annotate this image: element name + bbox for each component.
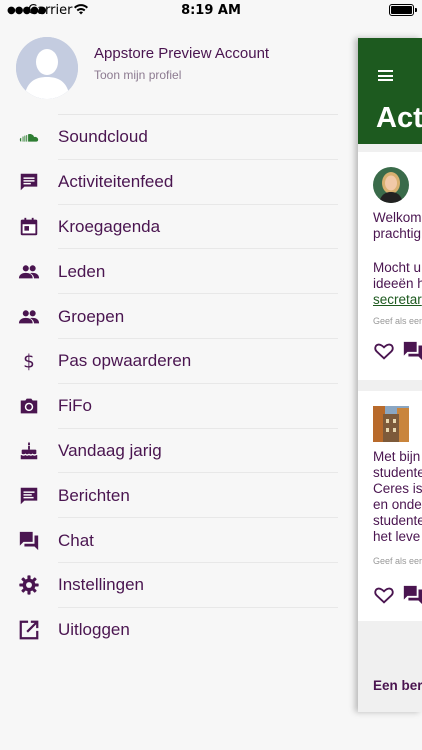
camera-icon	[17, 394, 41, 418]
menu-label: FiFo	[58, 396, 92, 416]
battery-icon	[389, 4, 417, 16]
heart-icon[interactable]	[373, 584, 395, 606]
post-text: prachtig	[373, 226, 422, 241]
cake-icon	[17, 439, 41, 463]
soundcloud-icon	[17, 125, 41, 149]
menu-label: Leden	[58, 261, 106, 281]
profile-name: Appstore Preview Account	[94, 45, 270, 62]
feed-card[interactable]: Met bijn studente Ceres is en onde stude…	[358, 391, 422, 621]
rate-hint: Geef als eer	[373, 556, 422, 566]
feed-card[interactable]: Welkom prachtig Mocht u ideeën h secreta…	[358, 152, 422, 380]
clock: 8:19 AM	[181, 3, 241, 18]
menu-item-uitloggen[interactable]: Uitloggen	[0, 608, 350, 653]
avatar	[16, 37, 78, 99]
profile-header[interactable]: Appstore Preview Account Toon mijn profi…	[16, 37, 336, 99]
post-text: Met bijn studente Ceres is en onde stude…	[373, 449, 422, 544]
menu-item-pas-opwaarderen[interactable]: $ Pas opwaarderen	[0, 339, 350, 384]
forum-icon	[17, 529, 41, 553]
post-text: Welkom	[373, 210, 422, 225]
side-menu: Soundcloud Activiteitenfeed Kroegagenda …	[0, 115, 350, 653]
comment-icon[interactable]	[402, 340, 422, 362]
chat-icon	[17, 484, 41, 508]
hamburger-menu-icon[interactable]	[378, 70, 393, 81]
menu-label: Chat	[58, 530, 94, 550]
dollar-icon: $	[17, 349, 41, 373]
menu-item-berichten[interactable]: Berichten	[0, 473, 350, 518]
people-icon	[17, 305, 41, 329]
menu-item-soundcloud[interactable]: Soundcloud	[0, 115, 350, 160]
calendar-icon	[17, 215, 41, 239]
heart-icon[interactable]	[373, 340, 395, 362]
menu-label: Activiteitenfeed	[58, 172, 174, 192]
avatar-placeholder-icon	[16, 37, 78, 99]
page-title: Act	[376, 102, 422, 134]
external-link-icon	[17, 618, 41, 642]
menu-item-groepen[interactable]: Groepen	[0, 294, 350, 339]
menu-item-kroegagenda[interactable]: Kroegagenda	[0, 205, 350, 250]
new-post-prompt[interactable]: Een ber	[373, 678, 422, 693]
post-thumbnail	[373, 406, 409, 442]
rate-hint: Geef als eer	[373, 316, 422, 326]
show-profile-link[interactable]: Toon mijn profiel	[94, 68, 181, 82]
menu-label: Uitloggen	[58, 620, 130, 640]
menu-item-instellingen[interactable]: Instellingen	[0, 563, 350, 608]
gear-icon	[17, 573, 41, 597]
menu-label: Pas opwaarderen	[58, 351, 192, 371]
menu-item-chat[interactable]: Chat	[0, 518, 350, 563]
post-text: Mocht u	[373, 260, 422, 275]
status-bar: ●●●●● Carrier 8:19 AM	[0, 0, 422, 22]
menu-item-activiteitenfeed[interactable]: Activiteitenfeed	[0, 160, 350, 205]
svg-text:$: $	[23, 352, 35, 373]
main-content-panel[interactable]: Act Welkom prachtig Mocht u ideeën h sec…	[358, 38, 422, 712]
activity-feed: Welkom prachtig Mocht u ideeën h secreta…	[358, 144, 422, 712]
post-link[interactable]: secretar	[373, 292, 422, 307]
menu-label: Berichten	[58, 485, 130, 505]
comment-icon[interactable]	[402, 584, 422, 606]
menu-label: Instellingen	[58, 575, 145, 595]
menu-item-fifo[interactable]: FiFo	[0, 384, 350, 429]
post-text: ideeën h	[373, 276, 422, 291]
menu-label: Kroegagenda	[58, 216, 161, 236]
menu-label: Groepen	[58, 306, 125, 326]
menu-item-vandaag-jarig[interactable]: Vandaag jarig	[0, 429, 350, 474]
message-square-icon	[17, 170, 41, 194]
menu-label: Vandaag jarig	[58, 440, 162, 460]
app-header: Act	[358, 38, 422, 144]
menu-item-leden[interactable]: Leden	[0, 249, 350, 294]
author-avatar	[373, 167, 409, 203]
people-icon	[17, 260, 41, 284]
menu-label: Soundcloud	[58, 127, 148, 147]
